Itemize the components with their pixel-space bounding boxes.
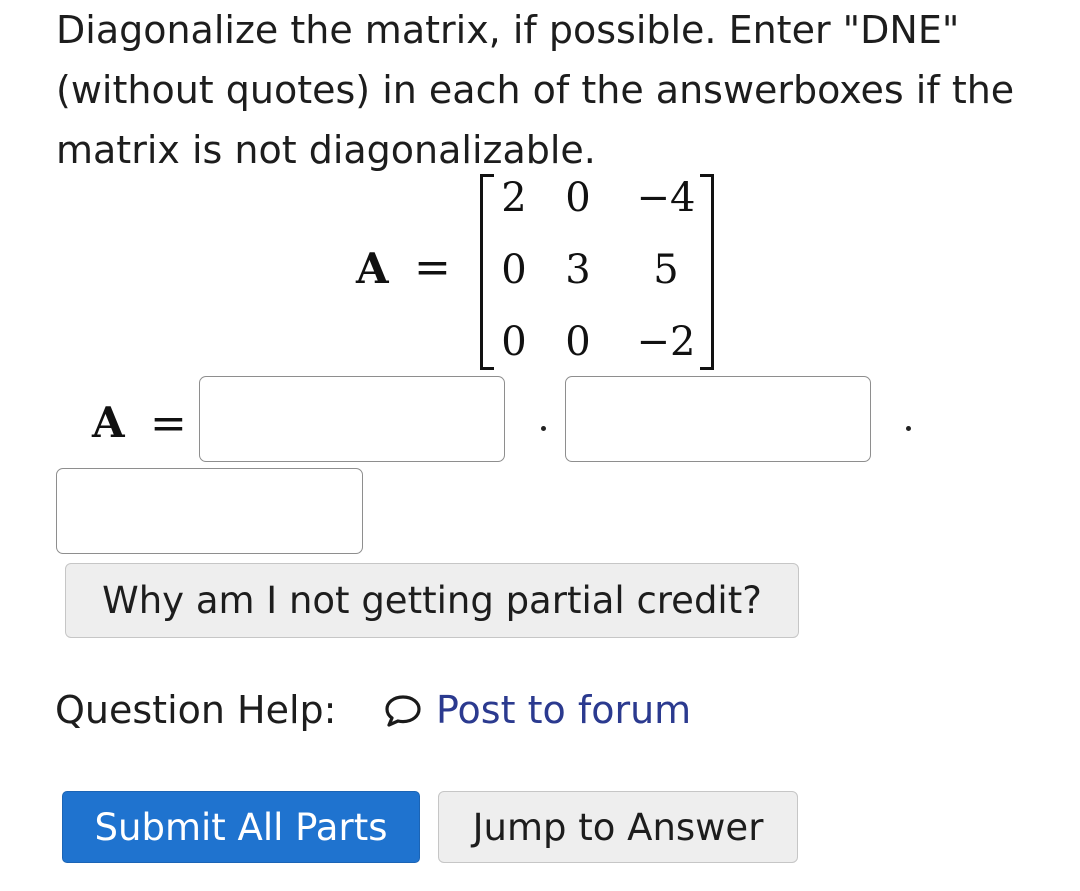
matrix-cell: 0 — [501, 247, 527, 293]
question-prompt: Diagonalize the matrix, if possible. Ent… — [56, 8, 1015, 172]
answer-box-p-inverse[interactable] — [56, 468, 363, 554]
matrix-cell: −4 — [636, 175, 696, 221]
given-matrix-equation: A = 2 0 −4 0 3 5 0 0 −2 — [356, 168, 736, 374]
answer-box-p[interactable] — [199, 376, 505, 462]
post-to-forum-link[interactable]: Post to forum — [382, 684, 691, 736]
matrix-label: A — [356, 244, 389, 293]
matrix-left-bracket — [480, 174, 494, 370]
partial-credit-button[interactable]: Why am I not getting partial credit? — [65, 563, 799, 638]
jump-to-answer-button[interactable]: Jump to Answer — [438, 791, 798, 863]
speech-bubble-icon — [385, 695, 421, 727]
multiplication-dot — [541, 426, 546, 431]
question-page: Diagonalize the matrix, if possible. Ent… — [0, 0, 1080, 891]
matrix-cell: 2 — [501, 175, 527, 221]
submit-all-parts-button[interactable]: Submit All Parts — [62, 791, 420, 863]
matrix-cell: 0 — [501, 319, 527, 365]
answer-label: A — [92, 398, 125, 447]
answer-equals-sign: = — [150, 398, 187, 449]
matrix-cell: 0 — [565, 319, 591, 365]
post-to-forum-label: Post to forum — [436, 688, 692, 732]
question-help-label: Question Help: — [55, 688, 337, 732]
matrix-cell: −2 — [636, 319, 696, 365]
matrix-cell: 5 — [653, 247, 679, 293]
answer-box-d[interactable] — [565, 376, 871, 462]
matrix-cell: 0 — [565, 175, 591, 221]
equals-sign: = — [414, 242, 451, 293]
partial-credit-label: Why am I not getting partial credit? — [102, 579, 762, 622]
jump-to-answer-label: Jump to Answer — [472, 805, 764, 849]
multiplication-dot — [906, 426, 911, 431]
submit-all-parts-label: Submit All Parts — [94, 805, 388, 849]
matrix-cell: 3 — [565, 247, 591, 293]
